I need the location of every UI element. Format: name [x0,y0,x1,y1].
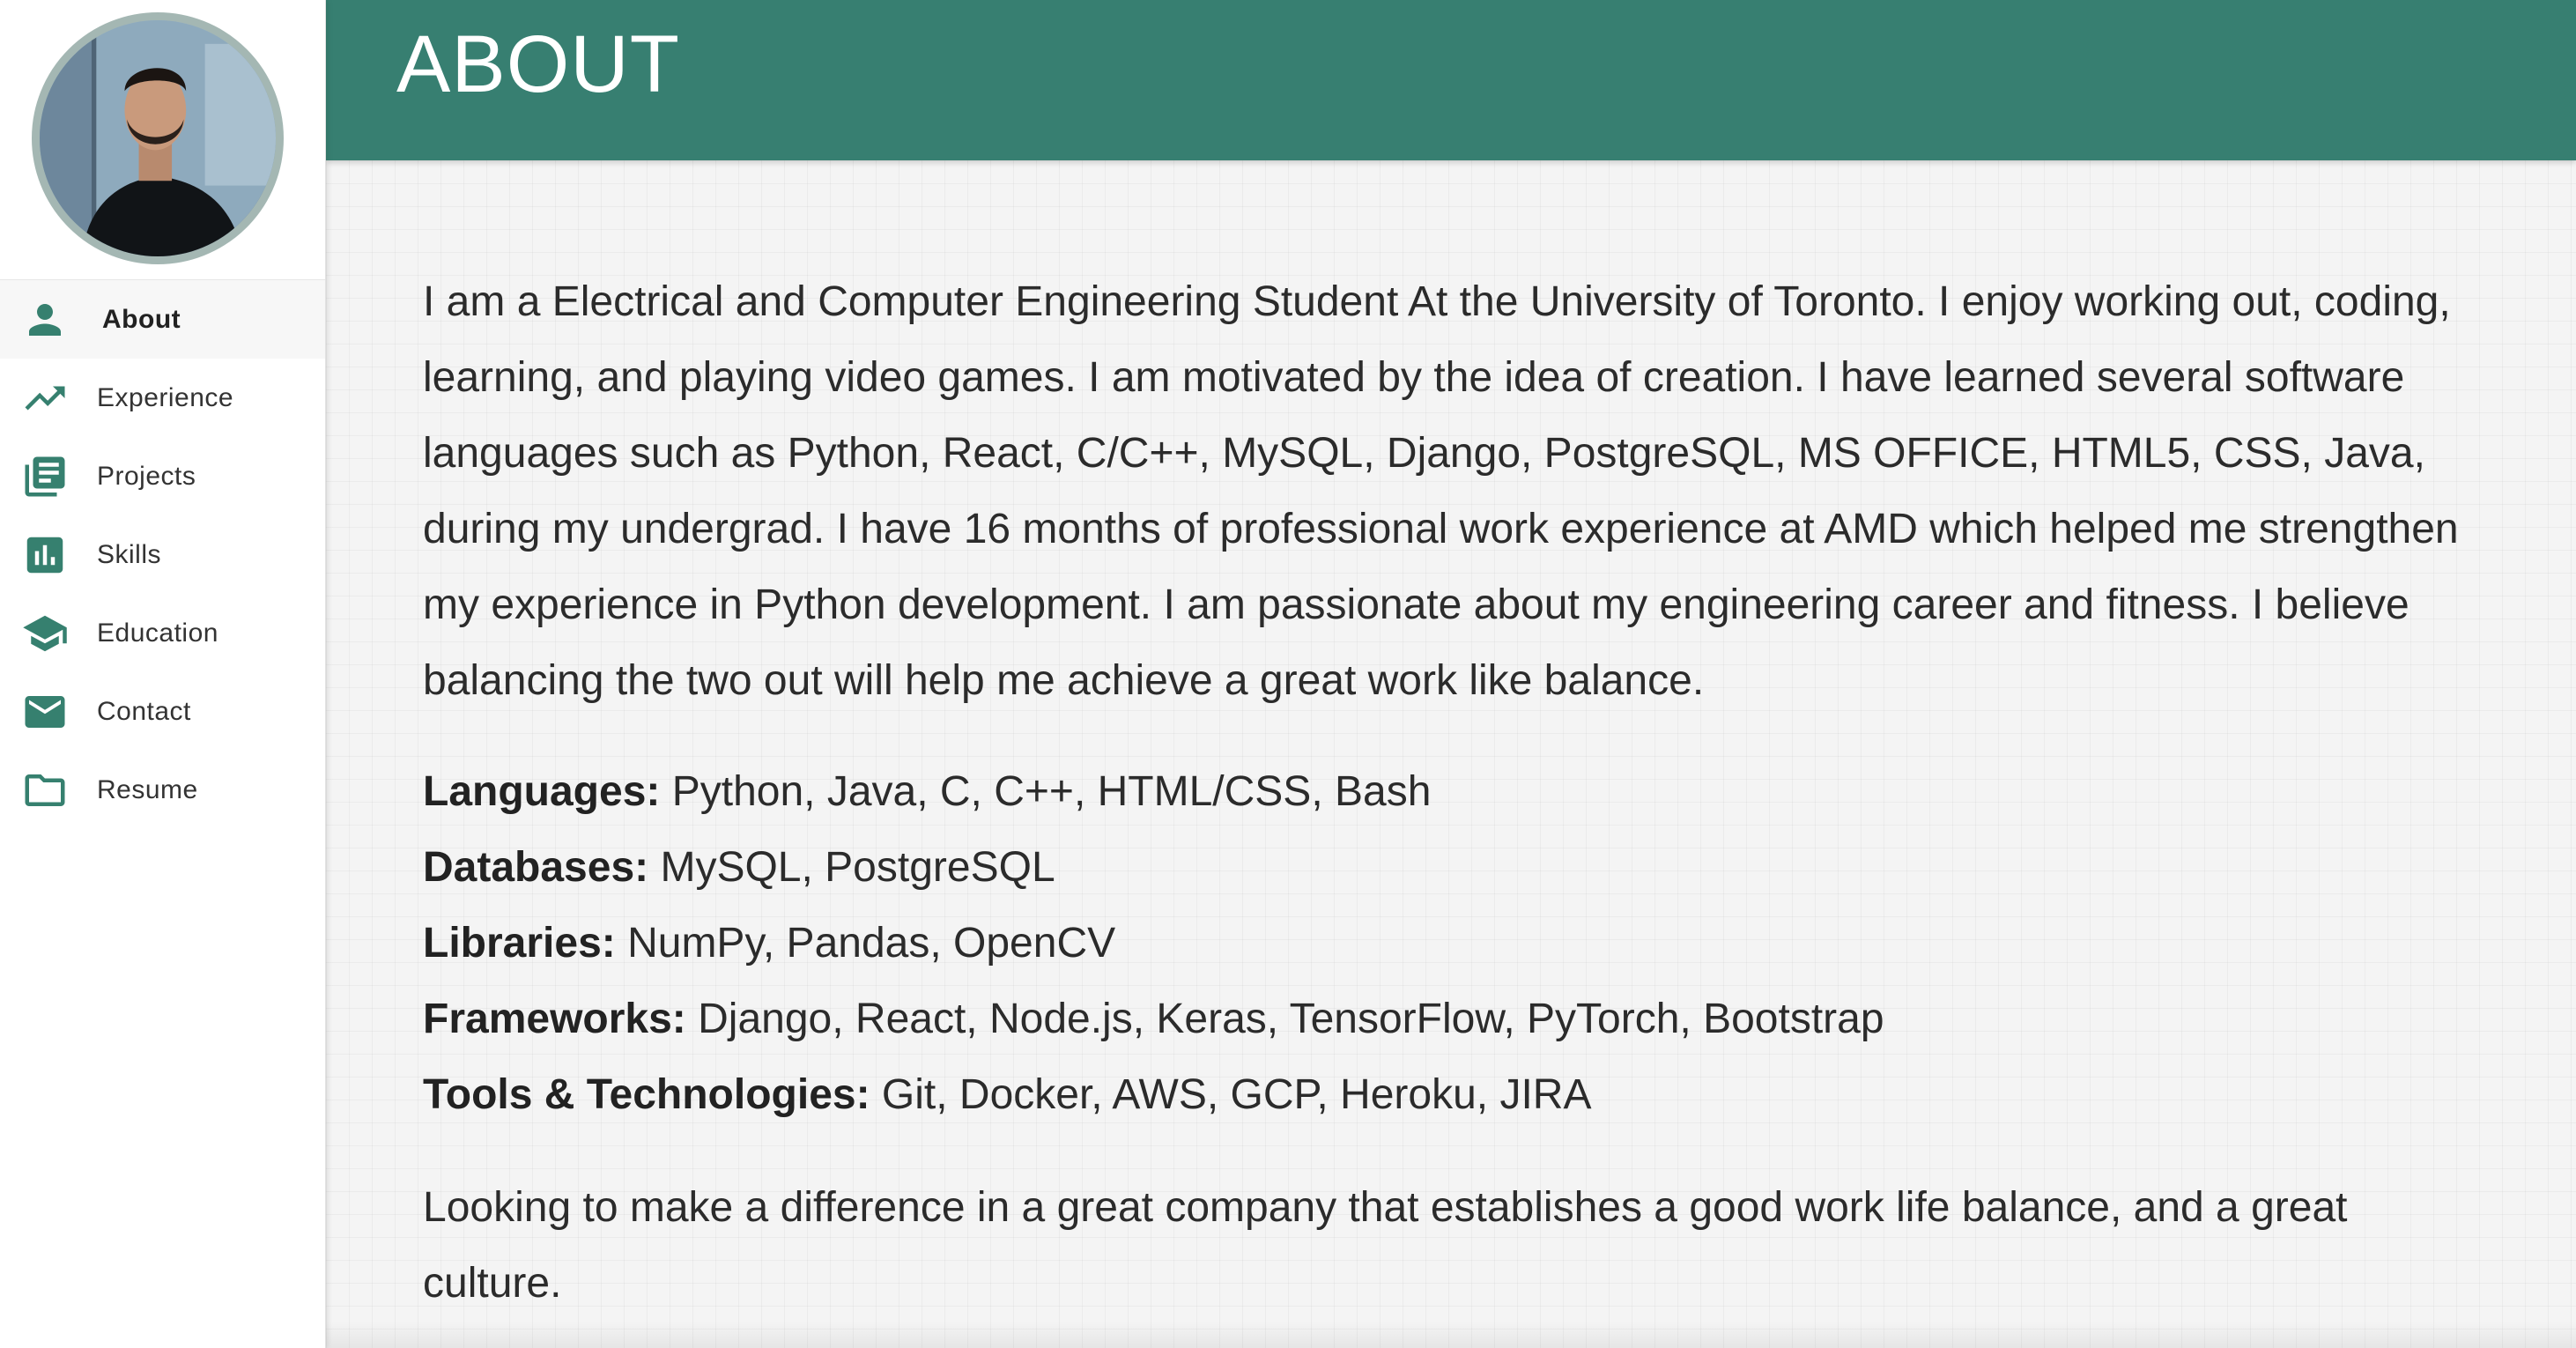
bar-chart-icon [19,530,70,581]
skill-row-libraries: Libraries: NumPy, Pandas, OpenCV [423,906,2493,981]
sidebar-item-label: Contact [97,696,191,726]
skill-key: Libraries: [423,920,616,967]
sidebar-item-about[interactable]: About [0,280,325,359]
sidebar-item-contact[interactable]: Contact [0,672,325,751]
about-section: I am a Electrical and Computer Engineeri… [423,264,2493,1322]
sidebar-item-experience[interactable]: Experience [0,359,325,437]
skill-row-languages: Languages: Python, Java, C, C++, HTML/CS… [423,754,2493,830]
skill-value: MySQL, PostgreSQL [648,844,1055,891]
graduation-cap-icon [19,608,70,659]
sidebar-item-label: Skills [97,539,162,569]
skill-key: Languages: [423,768,661,815]
sidebar-item-skills[interactable]: Skills [0,515,325,594]
intro-paragraph: I am a Electrical and Computer Engineeri… [423,278,2459,704]
sidebar-item-education[interactable]: Education [0,594,325,672]
skill-key: Frameworks: [423,996,686,1042]
folder-icon [19,765,70,816]
person-icon [19,294,70,345]
main-content: ABOUT I am a Electrical and Computer Eng… [326,0,2576,1348]
skill-row-frameworks: Frameworks: Django, React, Node.js, Kera… [423,981,2493,1057]
skills-list: Languages: Python, Java, C, C++, HTML/CS… [423,754,2493,1133]
sidebar-item-label: About [102,304,181,334]
sidebar: About Experience Projects Skills Educati… [0,0,326,1348]
closing-paragraph: Looking to make a difference in a great … [423,1184,2348,1307]
avatar-section [0,0,325,280]
sidebar-item-label: Education [97,618,218,648]
page-header: ABOUT [326,0,2576,160]
skill-value: NumPy, Pandas, OpenCV [615,920,1116,967]
sidebar-item-projects[interactable]: Projects [0,437,325,515]
skill-row-tools: Tools & Technologies: Git, Docker, AWS, … [423,1057,2493,1133]
sidebar-item-resume[interactable]: Resume [0,751,325,829]
sidebar-item-label: Experience [97,382,234,412]
sidebar-item-label: Resume [97,774,198,804]
skill-key: Databases: [423,844,649,891]
skill-value: Django, React, Node.js, Keras, TensorFlo… [685,996,1884,1042]
skill-value: Git, Docker, AWS, GCP, Heroku, JIRA [870,1071,1592,1118]
trending-up-icon [19,373,70,424]
bottom-shadow [326,1322,2576,1348]
sidebar-nav: About Experience Projects Skills Educati… [0,280,325,829]
page-title: ABOUT [396,19,680,109]
mail-icon [19,686,70,737]
app-window: About Experience Projects Skills Educati… [0,0,2576,1348]
skill-value: Python, Java, C, C++, HTML/CSS, Bash [660,768,1432,815]
sidebar-item-label: Projects [97,461,196,491]
avatar [32,12,284,264]
skill-row-databases: Databases: MySQL, PostgreSQL [423,830,2493,906]
library-books-icon [19,451,70,502]
skill-key: Tools & Technologies: [423,1071,870,1118]
